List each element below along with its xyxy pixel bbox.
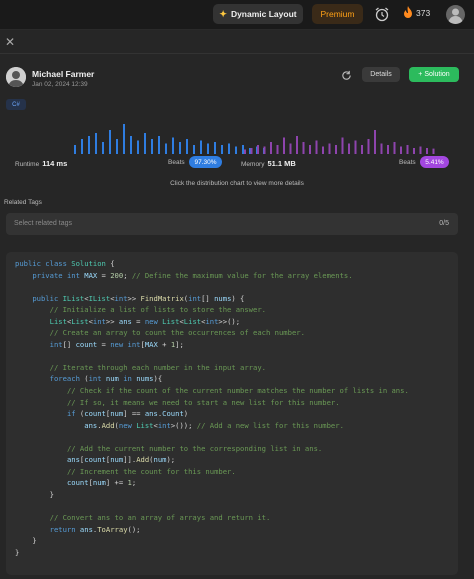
memory-dist-bar[interactable] (244, 149, 246, 155)
related-tags-select[interactable]: Select related tags 0/5 (6, 213, 458, 235)
language-tag[interactable]: C# (6, 99, 26, 110)
memory-dist-bar[interactable] (270, 142, 272, 154)
memory-dist-bar[interactable] (432, 148, 435, 154)
runtime-value: 114 ms (42, 159, 68, 168)
runtime-dist-bar[interactable] (130, 136, 132, 154)
code-block[interactable]: public class Solution { private int MAX … (6, 252, 458, 575)
fire-icon (404, 6, 412, 18)
runtime-dist-bar[interactable] (81, 139, 83, 154)
memory-dist-bar[interactable] (276, 145, 279, 154)
memory-dist-bar[interactable] (309, 145, 311, 154)
dynamic-layout-label: Dynamic Layout (230, 9, 297, 19)
runtime-dist-bar[interactable] (123, 124, 125, 154)
solution-button[interactable]: + Solution (409, 67, 459, 82)
sparkle-icon: ✦ (219, 8, 227, 19)
tags-count: 0/5 (439, 220, 449, 227)
memory-dist-bar[interactable] (250, 148, 253, 154)
streak-counter[interactable]: 373 (403, 6, 430, 19)
runtime-dist-bar[interactable] (179, 142, 181, 154)
distribution-chart[interactable] (14, 122, 454, 154)
chart-hint: Click the distribution chart to view mor… (170, 180, 304, 187)
refresh-icon[interactable] (341, 70, 352, 81)
post-date: Jan 02, 2024 12:39 (32, 81, 88, 88)
runtime-dist-bar[interactable] (186, 139, 188, 154)
runtime-dist-bar[interactable] (151, 139, 153, 154)
memory-value: 51.1 MB (267, 159, 296, 168)
runtime-dist-bar[interactable] (116, 139, 118, 154)
runtime-dist-bar[interactable] (88, 136, 90, 154)
runtime-dist-bar[interactable] (109, 130, 111, 154)
memory-stat: Memory 51.1 MB (241, 159, 296, 168)
runtime-label: Runtime (15, 161, 40, 168)
solution-panel: ✕ Michael Farmer Jan 02, 2024 12:39 Deta… (0, 30, 474, 579)
memory-dist-bar[interactable] (387, 145, 389, 154)
memory-dist-bar[interactable] (335, 145, 337, 154)
runtime-dist-bar[interactable] (158, 136, 160, 154)
runtime-dist-bar[interactable] (74, 145, 76, 154)
runtime-dist-bar[interactable] (242, 145, 244, 154)
memory-dist-bar[interactable] (426, 148, 428, 154)
memory-dist-bar[interactable] (361, 145, 363, 154)
related-tags-label: Related Tags (4, 199, 42, 206)
memory-dist-bar[interactable] (302, 142, 305, 154)
memory-dist-bar[interactable] (341, 137, 344, 155)
memory-dist-bar[interactable] (393, 142, 396, 154)
plus-icon: + (418, 71, 423, 78)
runtime-beats-badge: 97.30% (189, 156, 222, 168)
tags-placeholder: Select related tags (14, 220, 72, 227)
details-button[interactable]: Details (362, 67, 400, 82)
close-icon[interactable]: ✕ (4, 36, 16, 48)
memory-dist-bar[interactable] (419, 146, 422, 155)
streak-count: 373 (416, 7, 431, 18)
memory-dist-bar[interactable] (315, 140, 318, 155)
runtime-dist-bar[interactable] (214, 142, 216, 154)
runtime-dist-bar[interactable] (144, 133, 146, 154)
runtime-dist-bar[interactable] (95, 133, 97, 154)
premium-button[interactable]: Premium (312, 4, 363, 24)
memory-beats-label: Beats (399, 159, 416, 166)
memory-dist-bar[interactable] (263, 146, 266, 155)
memory-dist-bar[interactable] (348, 143, 350, 155)
memory-dist-bar[interactable] (380, 143, 383, 155)
memory-beats-badge: 5.41% (420, 156, 449, 168)
author-avatar[interactable] (6, 67, 26, 87)
runtime-dist-bar[interactable] (172, 137, 174, 155)
alarm-clock-icon[interactable] (374, 6, 390, 22)
user-avatar[interactable] (446, 5, 465, 24)
runtime-dist-bar[interactable] (193, 145, 195, 154)
memory-dist-bar[interactable] (283, 137, 285, 155)
top-bar: ✦ Dynamic Layout Premium 373 (0, 0, 474, 30)
runtime-dist-bar[interactable] (102, 142, 104, 154)
runtime-dist-bar[interactable] (137, 140, 139, 155)
runtime-stat: Runtime 114 ms (15, 159, 67, 168)
author-name[interactable]: Michael Farmer (32, 69, 94, 79)
runtime-dist-bar[interactable] (221, 145, 223, 154)
memory-label: Memory (241, 161, 265, 168)
memory-dist-bar[interactable] (367, 139, 370, 154)
memory-dist-bar[interactable] (413, 148, 415, 154)
runtime-dist-bar[interactable] (200, 140, 202, 155)
runtime-dist-bar[interactable] (165, 143, 167, 155)
memory-dist-bar[interactable] (322, 146, 324, 155)
memory-dist-bar[interactable] (328, 143, 331, 155)
runtime-dist-bar[interactable] (228, 143, 230, 155)
solution-label: Solution (424, 71, 450, 78)
dynamic-layout-button[interactable]: ✦ Dynamic Layout (213, 4, 303, 24)
runtime-dist-bar[interactable] (207, 143, 209, 155)
memory-dist-bar[interactable] (296, 136, 298, 154)
memory-dist-bar[interactable] (289, 143, 292, 155)
divider (0, 53, 474, 54)
memory-dist-bar[interactable] (354, 140, 357, 155)
memory-dist-bar[interactable] (257, 145, 259, 154)
memory-dist-bar[interactable] (406, 145, 409, 154)
memory-dist-bar[interactable] (374, 130, 376, 154)
runtime-dist-bar[interactable] (235, 146, 237, 155)
memory-dist-bar[interactable] (400, 146, 402, 155)
runtime-beats-label: Beats (168, 159, 185, 166)
